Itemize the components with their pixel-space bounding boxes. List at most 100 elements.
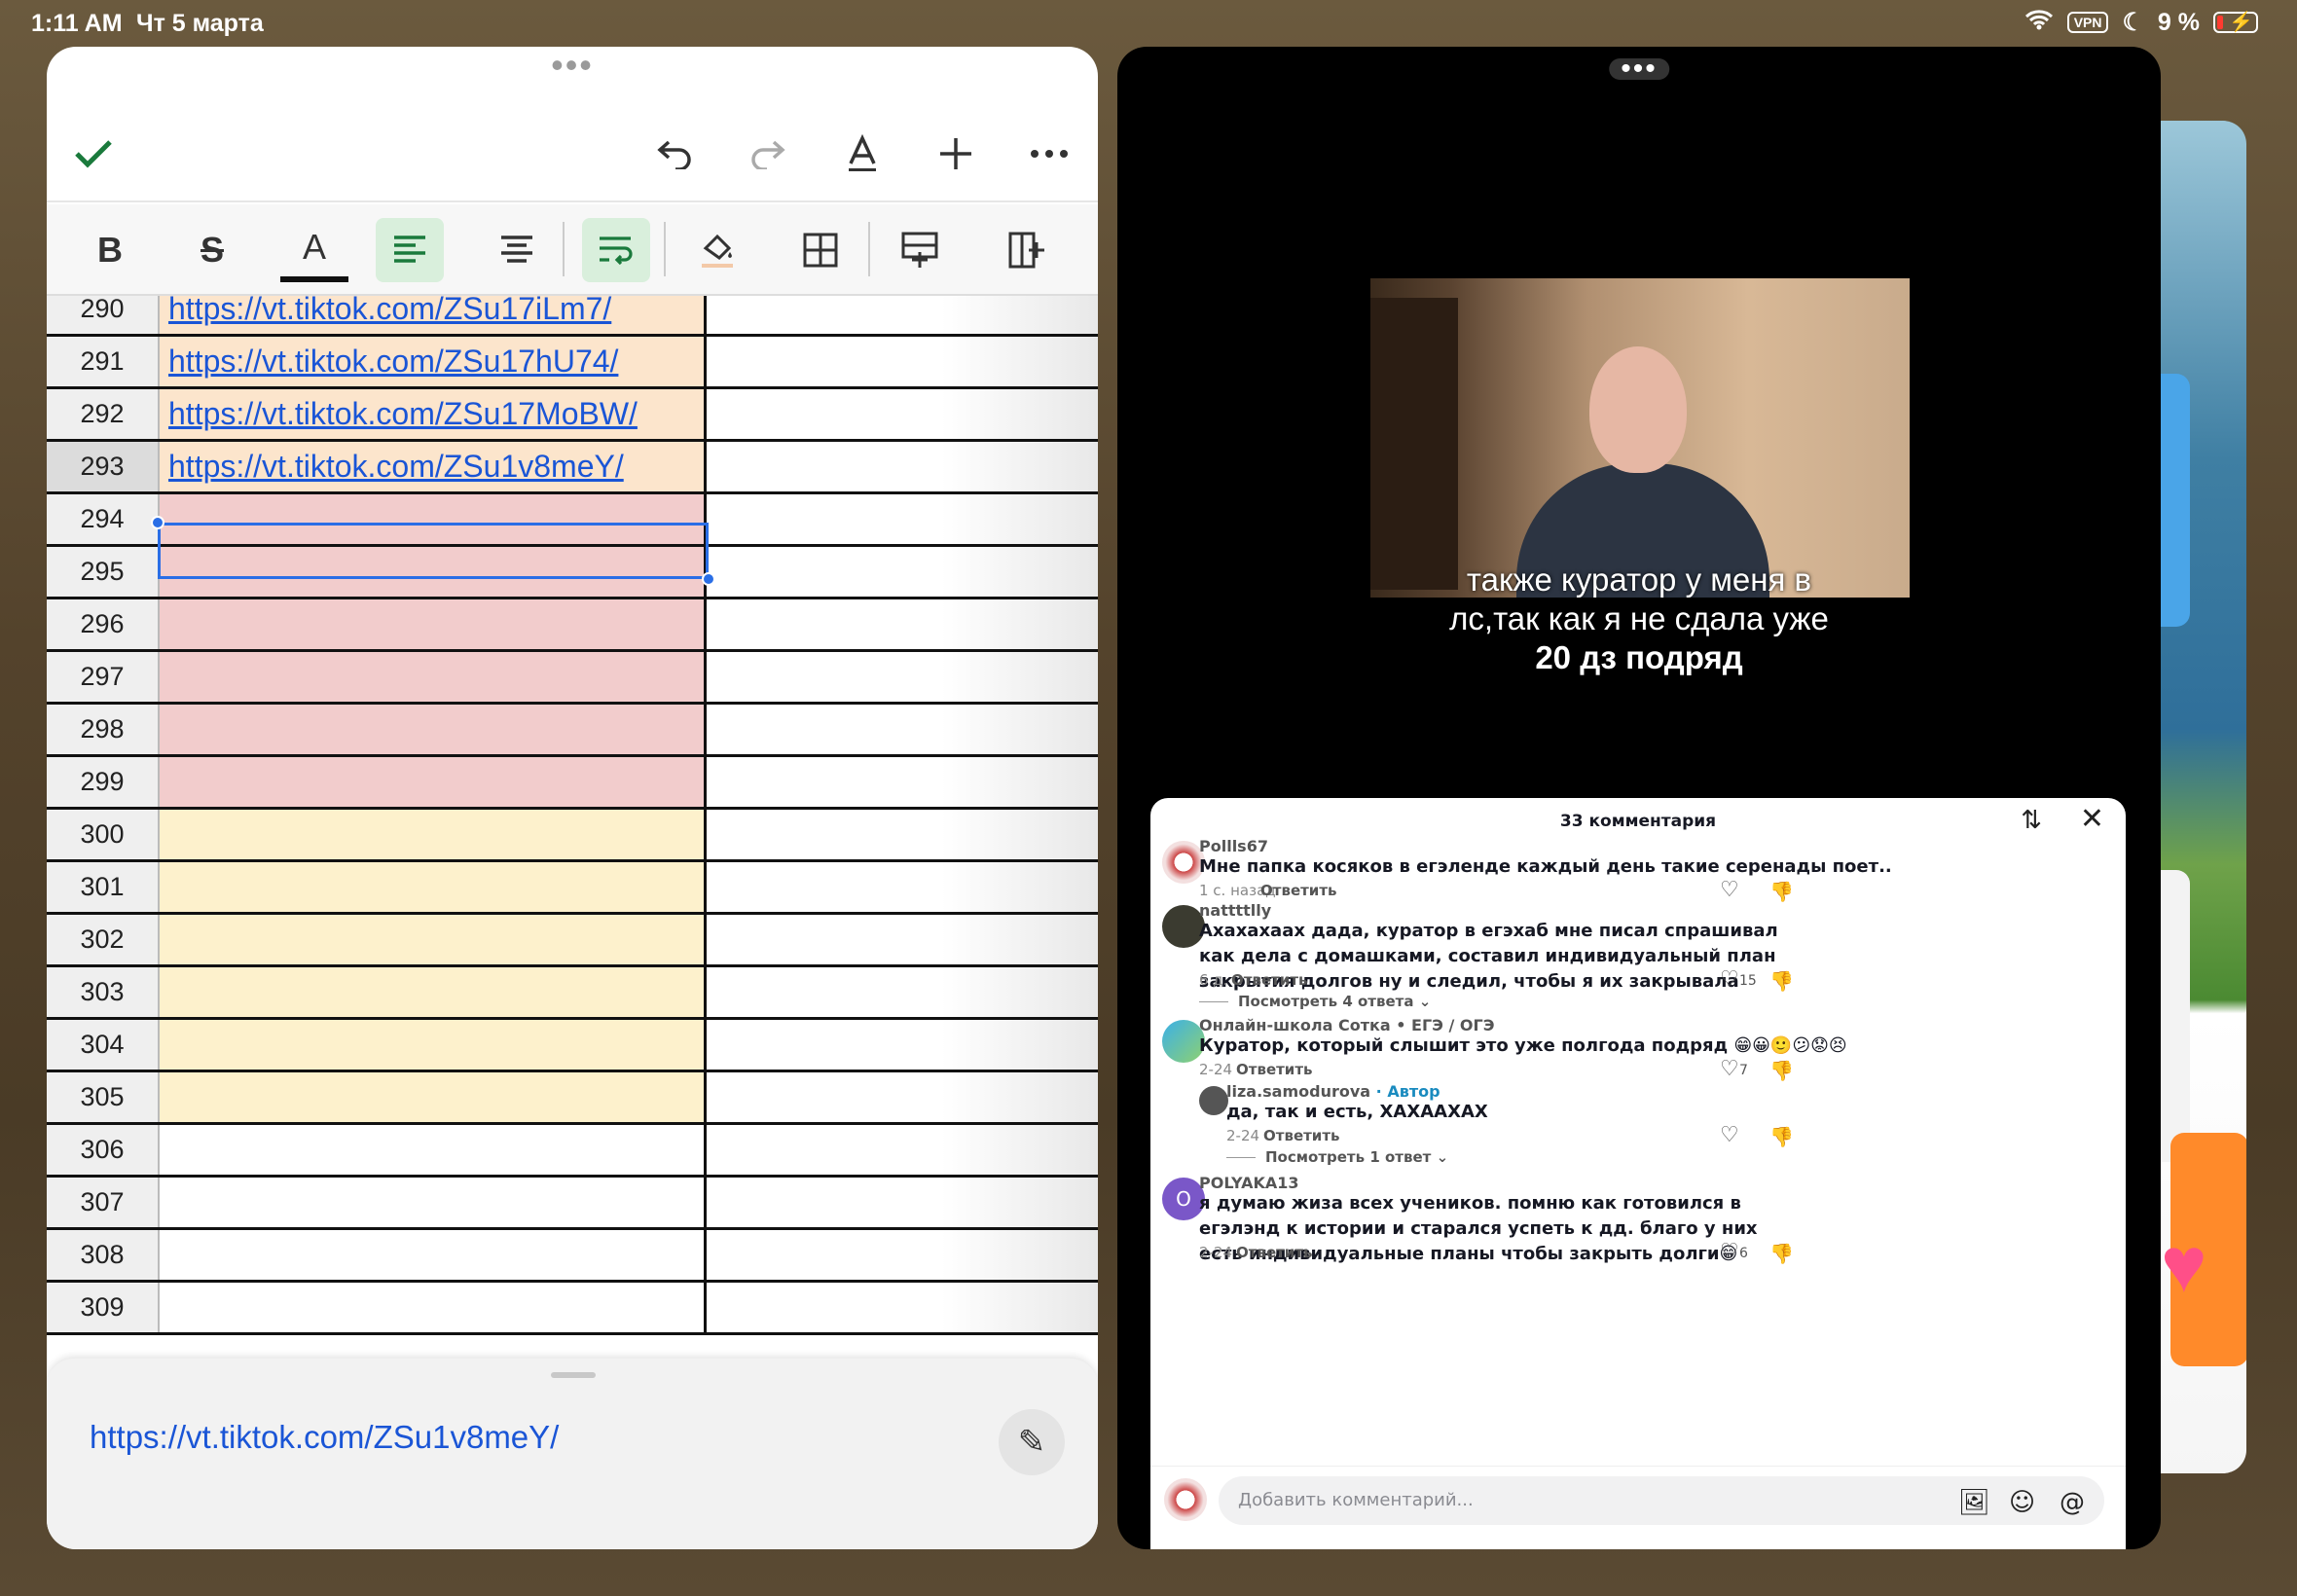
comment-user[interactable]: liza.samodurova · Автор — [1226, 1082, 1440, 1101]
edit-pencil-icon[interactable]: ✎ — [999, 1409, 1065, 1475]
table-row[interactable]: 306 — [47, 1125, 1098, 1178]
table-row[interactable]: 292 https://vt.tiktok.com/ZSu17MoBW/ — [47, 389, 1098, 442]
cell-a[interactable]: https://vt.tiktok.com/ZSu1v8meY/ — [160, 442, 707, 491]
cell-a[interactable] — [160, 810, 707, 859]
cell-b[interactable] — [707, 337, 1098, 386]
borders-icon[interactable] — [786, 218, 855, 282]
reply-button[interactable]: Ответить — [1263, 1127, 1340, 1144]
emoji-icon[interactable]: ☺ — [2009, 1488, 2035, 1517]
cell-a[interactable] — [160, 915, 707, 964]
cell-link[interactable]: https://vt.tiktok.com/ZSu17hU74/ — [168, 344, 618, 380]
like-icon[interactable]: ♡ — [1720, 1240, 1739, 1264]
align-left-button[interactable] — [376, 218, 444, 282]
align-center-button[interactable] — [483, 218, 551, 282]
row-number[interactable]: 293 — [47, 442, 160, 491]
grabber[interactable] — [551, 1372, 596, 1378]
row-number[interactable]: 304 — [47, 1020, 160, 1070]
bold-button[interactable]: B — [76, 218, 144, 282]
row-number[interactable]: 301 — [47, 862, 160, 912]
close-icon[interactable]: ✕ — [2080, 802, 2104, 836]
reply-button[interactable]: Ответить — [1236, 1061, 1313, 1078]
image-icon[interactable]: 🖼 — [1958, 1488, 1990, 1517]
reply-button[interactable]: Ответить — [1231, 971, 1308, 989]
undo-icon[interactable] — [646, 125, 705, 183]
cell-a[interactable] — [160, 1020, 707, 1070]
comment-user[interactable]: Онлайн-школа Сотка • ЕГЭ / ОГЭ — [1199, 1016, 1494, 1034]
cell-b[interactable] — [707, 547, 1098, 597]
comment-user[interactable]: nattttlly — [1199, 901, 1271, 920]
cell-a[interactable] — [160, 1230, 707, 1280]
cell-b[interactable] — [707, 1125, 1098, 1175]
table-row[interactable]: 291 https://vt.tiktok.com/ZSu17hU74/ — [47, 337, 1098, 389]
plus-icon[interactable] — [927, 125, 985, 183]
insert-column-icon[interactable] — [993, 218, 1061, 282]
cell-b[interactable] — [707, 652, 1098, 702]
row-number[interactable]: 300 — [47, 810, 160, 859]
cell-b[interactable] — [707, 599, 1098, 649]
sort-icon[interactable]: ⇅ — [2021, 806, 2042, 835]
video-frame[interactable] — [1370, 278, 1910, 598]
cell-b[interactable] — [707, 862, 1098, 912]
cell-a[interactable]: https://vt.tiktok.com/ZSu17iLm7/ — [160, 296, 707, 334]
row-number[interactable]: 302 — [47, 915, 160, 964]
table-row[interactable]: 290 https://vt.tiktok.com/ZSu17iLm7/ — [47, 296, 1098, 337]
row-number[interactable]: 297 — [47, 652, 160, 702]
table-row[interactable]: 309 — [47, 1283, 1098, 1335]
cell-link[interactable]: https://vt.tiktok.com/ZSu17MoBW/ — [168, 396, 638, 432]
cell-b[interactable] — [707, 389, 1098, 439]
dislike-icon[interactable]: 👎 — [1769, 880, 1794, 903]
row-number[interactable]: 308 — [47, 1230, 160, 1280]
row-number[interactable]: 292 — [47, 389, 160, 439]
fill-color-icon[interactable] — [683, 218, 751, 282]
row-number[interactable]: 294 — [47, 494, 160, 544]
cell-b[interactable] — [707, 1020, 1098, 1070]
cell-a[interactable] — [160, 1125, 707, 1175]
table-row[interactable]: 300 — [47, 810, 1098, 862]
cell-b[interactable] — [707, 296, 1098, 334]
cell-value-link[interactable]: https://vt.tiktok.com/ZSu1v8meY/ — [90, 1419, 559, 1456]
spreadsheet-window[interactable]: ••• B S A 290 https://vt.tiktok.com/ZSu1… — [47, 47, 1098, 1549]
window-menu-handle[interactable]: ••• — [551, 48, 594, 83]
row-number[interactable]: 298 — [47, 705, 160, 754]
cell-b[interactable] — [707, 1230, 1098, 1280]
row-number[interactable]: 299 — [47, 757, 160, 807]
dislike-icon[interactable]: 👎 — [1769, 1242, 1794, 1265]
like-icon[interactable]: ♡ — [1720, 967, 1739, 992]
dislike-icon[interactable]: 👎 — [1769, 969, 1794, 993]
checkmark-icon[interactable] — [64, 125, 123, 183]
table-row[interactable]: 293 https://vt.tiktok.com/ZSu1v8meY/ — [47, 442, 1098, 494]
comment-user[interactable]: POLYAKA13 — [1199, 1174, 1299, 1192]
text-color-button[interactable]: A — [280, 218, 348, 282]
strikethrough-button[interactable]: S — [178, 218, 246, 282]
like-icon[interactable]: ♡ — [1720, 1123, 1739, 1147]
dislike-icon[interactable]: 👎 — [1769, 1059, 1794, 1082]
view-replies-button[interactable]: Посмотреть 1 ответ ⌄ — [1226, 1148, 1448, 1166]
row-number[interactable]: 309 — [47, 1283, 160, 1332]
row-number[interactable]: 303 — [47, 967, 160, 1017]
cell-link[interactable]: https://vt.tiktok.com/ZSu1v8meY/ — [168, 449, 624, 485]
row-number[interactable]: 290 — [47, 296, 160, 334]
reply-button[interactable]: Ответить — [1260, 882, 1337, 899]
cell-b[interactable] — [707, 810, 1098, 859]
cell-a[interactable]: https://vt.tiktok.com/ZSu17MoBW/ — [160, 389, 707, 439]
like-icon[interactable]: ♡ — [1720, 1057, 1739, 1081]
video-window[interactable]: ••• также куратор у меня в лс,так как я … — [1117, 47, 2161, 1549]
comment-user[interactable]: Pollls67 — [1199, 837, 1268, 855]
table-row[interactable]: 298 — [47, 705, 1098, 757]
mention-icon[interactable]: @ — [2060, 1488, 2085, 1517]
view-replies-button[interactable]: Посмотреть 4 ответа ⌄ — [1199, 993, 1431, 1010]
dislike-icon[interactable]: 👎 — [1769, 1125, 1794, 1148]
row-number[interactable]: 296 — [47, 599, 160, 649]
table-row[interactable]: 304 — [47, 1020, 1098, 1072]
table-row[interactable]: 305 — [47, 1072, 1098, 1125]
avatar[interactable] — [1199, 1086, 1228, 1115]
cell-b[interactable] — [707, 1072, 1098, 1122]
window-menu-handle[interactable]: ••• — [1609, 54, 1669, 84]
table-row[interactable]: 299 — [47, 757, 1098, 810]
cell-a[interactable] — [160, 652, 707, 702]
cell-b[interactable] — [707, 1283, 1098, 1332]
my-avatar[interactable] — [1164, 1478, 1207, 1521]
row-number[interactable]: 305 — [47, 1072, 160, 1122]
cell-a[interactable]: https://vt.tiktok.com/ZSu17hU74/ — [160, 337, 707, 386]
more-icon[interactable] — [1020, 125, 1078, 183]
